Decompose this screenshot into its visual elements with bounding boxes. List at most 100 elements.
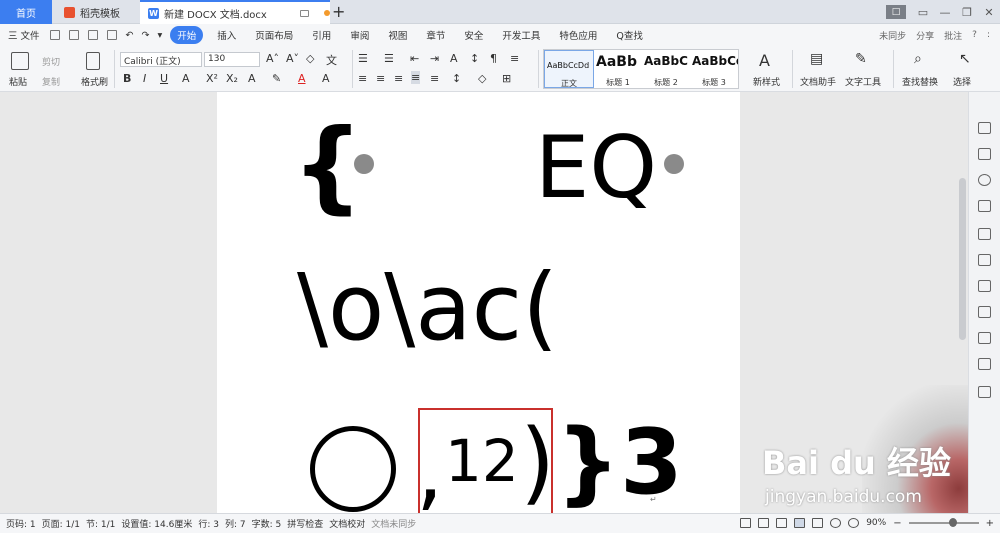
new-style-icon[interactable]: A bbox=[759, 51, 770, 70]
sort-icon[interactable]: ↕ bbox=[470, 52, 479, 65]
menu-references[interactable]: 引用 bbox=[312, 28, 331, 42]
find-replace-button[interactable]: 查找替换 bbox=[902, 75, 938, 88]
text-effect-icon[interactable]: A bbox=[248, 72, 256, 85]
status-row[interactable]: 行: 3 bbox=[198, 517, 219, 530]
shading-icon[interactable]: ◇ bbox=[478, 72, 486, 85]
tab-document[interactable]: W 新建 DOCX 文档.docx bbox=[140, 0, 330, 24]
minimize-icon[interactable]: — bbox=[934, 6, 956, 19]
char-border-icon[interactable]: A bbox=[322, 72, 330, 85]
bullet-list-icon[interactable]: ☰ bbox=[358, 52, 368, 65]
export-icon[interactable] bbox=[68, 30, 79, 40]
redo-icon[interactable]: ↷ bbox=[142, 30, 150, 41]
align-center-icon[interactable]: ≡ bbox=[376, 72, 385, 85]
close-icon[interactable]: ✕ bbox=[978, 6, 1000, 19]
zoom-slider[interactable] bbox=[908, 518, 979, 527]
distributed-icon[interactable]: ≡ bbox=[430, 72, 439, 85]
spell-check-button[interactable]: 拼写检查 bbox=[287, 517, 323, 530]
tab-home[interactable]: 首页 bbox=[0, 0, 52, 24]
style-heading-2[interactable]: AaBbC 标题 2 bbox=[642, 50, 690, 88]
chart-icon[interactable] bbox=[978, 306, 991, 318]
doc-helper-icon[interactable]: ▤ bbox=[810, 51, 823, 67]
more-button[interactable]: : bbox=[987, 30, 990, 40]
print-icon[interactable] bbox=[87, 30, 98, 40]
superscript-icon[interactable]: X² bbox=[206, 72, 218, 85]
status-setting[interactable]: 设置值: 14.6厘米 bbox=[121, 517, 192, 530]
new-style-button[interactable]: 新样式 bbox=[753, 75, 780, 88]
chinese-layout-icon[interactable]: A bbox=[450, 52, 458, 65]
select-button[interactable]: 选择 bbox=[953, 75, 971, 88]
maximize-icon[interactable]: ❐ bbox=[956, 6, 978, 19]
select-cursor-icon[interactable]: ↖ bbox=[959, 51, 971, 67]
font-color-icon[interactable]: A bbox=[298, 72, 306, 85]
field-brace-open[interactable]: { bbox=[292, 116, 363, 216]
show-marks-icon[interactable]: ¶ bbox=[490, 52, 497, 65]
format-painter-label[interactable]: 格式刷 bbox=[81, 75, 108, 88]
zoom-level[interactable]: 90% bbox=[866, 518, 886, 528]
menu-chapter[interactable]: 章节 bbox=[426, 28, 445, 42]
strikethrough-icon[interactable]: A bbox=[182, 72, 190, 85]
increase-indent-icon[interactable]: ⇥ bbox=[430, 52, 439, 65]
zoom-slider-knob[interactable] bbox=[948, 518, 957, 527]
format-painter-icon[interactable] bbox=[86, 52, 100, 70]
comment-button[interactable]: 批注 bbox=[944, 29, 962, 42]
reading-view-icon[interactable] bbox=[758, 518, 770, 528]
menu-review[interactable]: 审阅 bbox=[350, 28, 369, 42]
find-replace-icon[interactable]: ⌕ bbox=[914, 51, 922, 67]
paste-icon[interactable] bbox=[11, 52, 29, 70]
shape-icon[interactable] bbox=[978, 200, 991, 212]
font-name-select[interactable]: Calibri (正文) bbox=[120, 52, 202, 67]
pointer-icon[interactable] bbox=[978, 148, 991, 160]
menu-file[interactable]: 三 文件 bbox=[8, 28, 40, 42]
italic-icon[interactable]: I bbox=[143, 72, 146, 85]
style-heading-1[interactable]: AaBb 标题 1 bbox=[594, 50, 642, 88]
numbered-list-icon[interactable]: ☰ bbox=[384, 52, 394, 65]
save-icon[interactable] bbox=[49, 30, 60, 40]
doc-helper-button[interactable]: 文档助手 bbox=[800, 75, 836, 88]
menu-search[interactable]: Q查找 bbox=[616, 28, 642, 42]
zoom-in-icon[interactable]: + bbox=[986, 518, 994, 529]
status-col[interactable]: 列: 7 bbox=[225, 517, 246, 530]
page-view-icon[interactable] bbox=[794, 518, 806, 528]
underline-icon[interactable]: U bbox=[160, 72, 168, 85]
layout-icon[interactable]: ▭ bbox=[912, 6, 934, 19]
menu-security[interactable]: 安全 bbox=[464, 28, 483, 42]
text-tools-button[interactable]: 文字工具 bbox=[845, 75, 881, 88]
enclosed-circle-symbol[interactable] bbox=[310, 426, 396, 512]
image-icon[interactable] bbox=[978, 358, 991, 370]
quick-access-dropdown-icon[interactable]: ▾ bbox=[157, 30, 162, 41]
preview-icon[interactable] bbox=[106, 30, 117, 40]
sync-status[interactable]: 未同步 bbox=[879, 29, 906, 42]
theme-icon[interactable]: □ bbox=[886, 5, 906, 19]
cut-button[interactable]: 剪切 bbox=[42, 55, 60, 68]
zoom-out-icon[interactable]: − bbox=[893, 518, 901, 529]
paste-label[interactable]: 粘贴 bbox=[9, 75, 27, 88]
outline-view-icon[interactable] bbox=[812, 518, 824, 528]
status-words[interactable]: 字数: 5 bbox=[252, 517, 282, 530]
menu-view[interactable]: 视图 bbox=[388, 28, 407, 42]
bold-icon[interactable]: B bbox=[123, 72, 131, 85]
proofread-button[interactable]: 文档校对 bbox=[329, 517, 365, 530]
font-size-select[interactable]: 130 bbox=[204, 52, 260, 67]
line-spacing-icon[interactable]: ↕ bbox=[452, 72, 461, 85]
new-tab-button[interactable]: + bbox=[332, 2, 345, 21]
copy-button[interactable]: 复制 bbox=[42, 75, 60, 88]
scrollbar-thumb[interactable] bbox=[959, 178, 966, 340]
decrease-indent-icon[interactable]: ⇤ bbox=[410, 52, 419, 65]
export-share-icon[interactable] bbox=[978, 386, 991, 398]
phonetic-icon[interactable]: 文 bbox=[326, 52, 337, 68]
monitor-icon[interactable] bbox=[299, 9, 309, 17]
undo-icon[interactable]: ↶ bbox=[126, 30, 134, 41]
text-tools-icon[interactable]: ✎ bbox=[855, 51, 867, 67]
menu-developer[interactable]: 开发工具 bbox=[502, 28, 540, 42]
paragraph-settings-icon[interactable]: ≡ bbox=[510, 52, 519, 65]
location-icon[interactable] bbox=[978, 174, 991, 186]
field-code-eq[interactable]: EQ bbox=[535, 125, 657, 211]
menu-features[interactable]: 特色应用 bbox=[559, 28, 597, 42]
justify-icon[interactable]: ≡ bbox=[411, 71, 421, 84]
sync-status-text[interactable]: 文档未同步 bbox=[371, 517, 416, 530]
style-normal[interactable]: AaBbCcDd 正文 bbox=[544, 50, 594, 88]
help-button[interactable]: ? bbox=[972, 30, 977, 40]
menu-start[interactable]: 开始 bbox=[170, 26, 204, 44]
highlight-icon[interactable]: ✎ bbox=[272, 72, 281, 85]
settings-sliders-icon[interactable] bbox=[978, 332, 991, 344]
